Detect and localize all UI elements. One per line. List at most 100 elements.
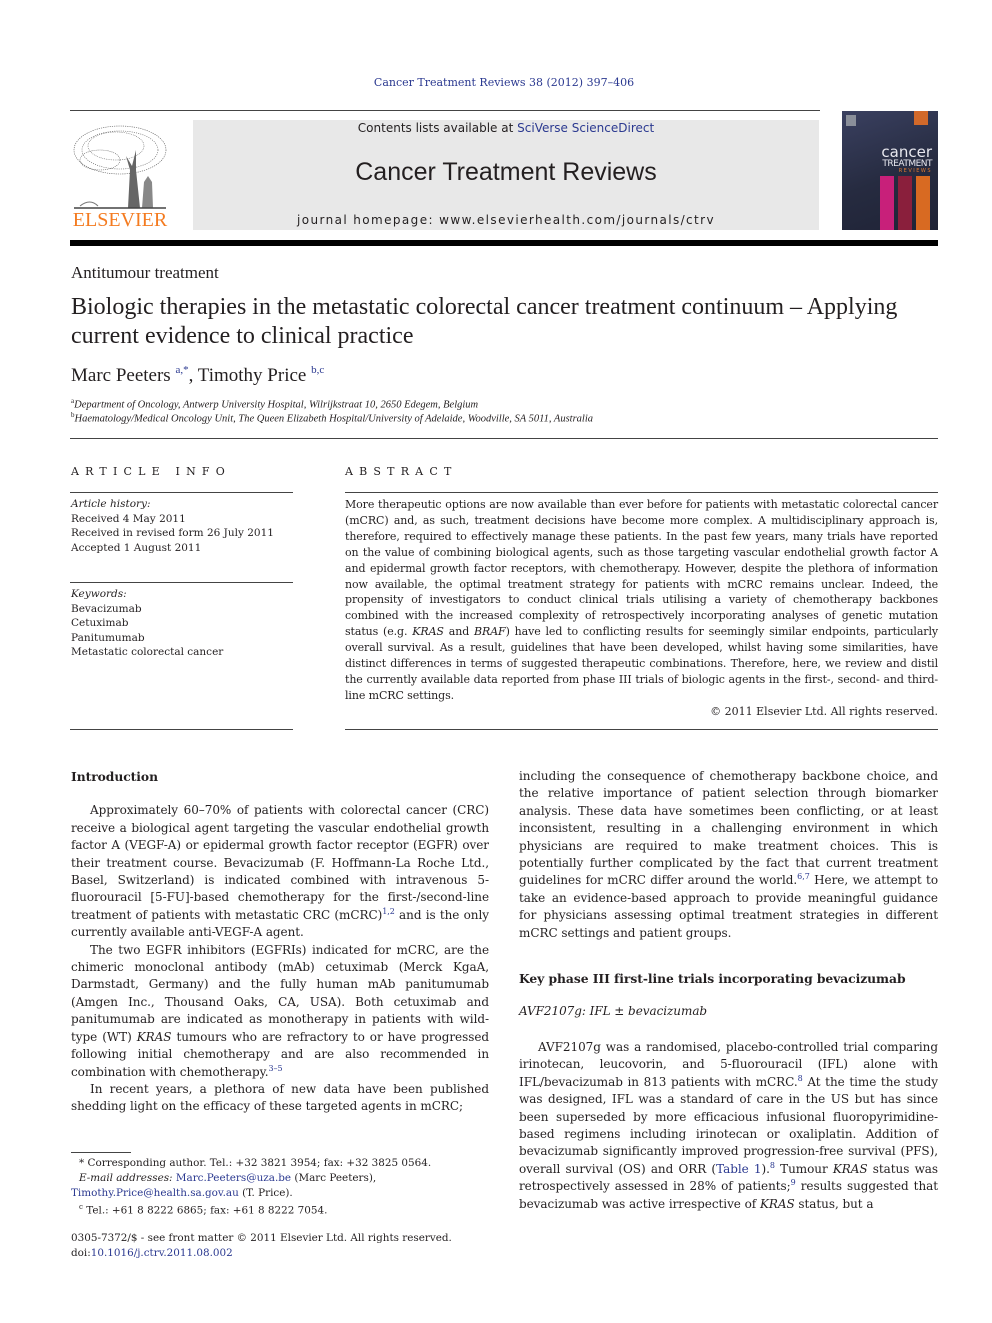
- footnote-text: (Marc Peeters),: [291, 1171, 377, 1184]
- journal-masthead: Contents lists available at SciVerse Sci…: [193, 120, 819, 230]
- abstract-heading: ABSTRACT: [345, 465, 458, 478]
- cover-title-line3: REVIEWS: [898, 168, 932, 174]
- paragraph: Approximately 60–70% of patients with co…: [71, 802, 489, 941]
- elsevier-wordmark: ELSEVIER: [72, 209, 168, 231]
- keyword: Bevacizumab: [71, 602, 142, 615]
- footnote-text: Tel.: +61 8 8222 6865; fax: +61 8 8222 7…: [86, 1204, 328, 1217]
- body-column-right: including the consequence of chemotherap…: [519, 768, 938, 1213]
- footnote-rule: [71, 1152, 131, 1153]
- journal-homepage-link[interactable]: journal homepage: www.elsevierhealth.com…: [193, 213, 819, 227]
- author-name: Timothy Price: [197, 365, 307, 386]
- email-label: E-mail addresses:: [79, 1171, 173, 1184]
- author-affiliation-link[interactable]: b,c: [311, 364, 324, 376]
- title-rule: [70, 438, 938, 439]
- citation-link[interactable]: 1,2: [382, 907, 395, 916]
- section-label: Antitumour treatment: [71, 263, 219, 282]
- gene-name: KRAS: [412, 625, 444, 639]
- affiliation-text: Department of Oncology, Antwerp Universi…: [74, 399, 479, 411]
- footnote-emails: E-mail addresses: Marc.Peeters@uza.be (M…: [71, 1171, 489, 1201]
- author-name: Marc Peeters: [71, 365, 171, 386]
- affiliation: aDepartment of Oncology, Antwerp Univers…: [71, 397, 478, 411]
- keyword: Panitumumab: [71, 631, 145, 644]
- affiliation: bHaematology/Medical Oncology Unit, The …: [71, 411, 593, 425]
- cover-accent: [914, 111, 928, 125]
- abstract-text: More therapeutic options are now availab…: [345, 497, 938, 704]
- keywords: Keywords: Bevacizumab Cetuximab Panitumu…: [71, 587, 223, 660]
- table-link[interactable]: Table 1: [716, 1162, 761, 1176]
- footnotes: * Corresponding author. Tel.: +32 3821 3…: [71, 1156, 489, 1219]
- article-title: Biologic therapies in the metastatic col…: [71, 294, 898, 349]
- gene-name: KRAS: [759, 1196, 795, 1211]
- elsevier-badge-icon: [846, 115, 856, 126]
- text-segment: In recent years, a plethora of new data …: [71, 1081, 489, 1114]
- author-affiliation-link[interactable]: a,*: [175, 364, 188, 376]
- cover-title: cancer TREATMENT REVIEWS: [881, 145, 932, 174]
- footnote-text: (T. Price).: [238, 1186, 293, 1199]
- footnote-c: c Tel.: +61 8 8222 6865; fax: +61 8 8222…: [71, 1200, 489, 1218]
- article-info-heading: ARTICLE INFO: [71, 465, 231, 478]
- keywords-label: Keywords:: [71, 588, 127, 600]
- footnote-mark: c: [79, 1203, 83, 1212]
- text-segment: The two EGFR inhibitors (EGFRIs) indicat…: [71, 942, 489, 1044]
- contents-line: Contents lists available at SciVerse Sci…: [193, 121, 819, 135]
- journal-cover-image: cancer TREATMENT REVIEWS: [842, 111, 938, 230]
- keyword: Metastatic colorectal cancer: [71, 646, 224, 658]
- doi-link[interactable]: 10.1016/j.ctrv.2011.08.002: [91, 1247, 233, 1259]
- divider: [345, 729, 938, 730]
- gene-name: KRAS: [832, 1161, 868, 1176]
- footnote-text: Corresponding author. Tel.: +32 3821 395…: [87, 1157, 432, 1169]
- paragraph: The two EGFR inhibitors (EGFRIs) indicat…: [71, 942, 489, 1081]
- header-thick-rule: [70, 240, 938, 246]
- paragraph: In recent years, a plethora of new data …: [71, 1081, 489, 1116]
- sciencedirect-link[interactable]: SciVerse ScienceDirect: [517, 121, 654, 135]
- gene-name: BRAF: [474, 625, 506, 639]
- doi-label: doi:: [71, 1246, 91, 1259]
- cover-title-line1: cancer: [881, 143, 932, 161]
- journal-name: Cancer Treatment Reviews: [355, 158, 657, 186]
- citation-link[interactable]: 3–5: [269, 1064, 283, 1073]
- abstract-segment: and: [443, 625, 475, 639]
- history-label: Article history:: [71, 498, 151, 510]
- text-segment: including the consequence of chemotherap…: [519, 769, 938, 888]
- header-rule: [70, 110, 820, 111]
- history-entry: Received in revised form 26 July 2011: [71, 527, 274, 539]
- history-entry: Accepted 1 August 2011: [71, 541, 202, 554]
- email-link[interactable]: Timothy.Price@health.sa.gov.au: [71, 1187, 239, 1199]
- divider: [70, 492, 293, 493]
- history-entry: Received 4 May 2011: [71, 512, 186, 525]
- text-segment: status, but a: [794, 1196, 874, 1211]
- cover-strip-orange: [916, 176, 930, 230]
- text-segment: ).: [761, 1161, 770, 1176]
- contents-prefix: Contents lists available at: [357, 121, 518, 135]
- section-heading: Introduction: [71, 769, 158, 784]
- journal-citation-link[interactable]: Cancer Treatment Reviews 38 (2012) 397–4…: [0, 76, 992, 89]
- divider: [70, 729, 293, 730]
- issn-line: 0305-7372/$ - see front matter © 2011 El…: [71, 1232, 452, 1244]
- paragraph-continued: including the consequence of chemotherap…: [519, 768, 938, 942]
- elsevier-logo: ELSEVIER: [70, 120, 170, 232]
- front-matter: 0305-7372/$ - see front matter © 2011 El…: [71, 1231, 452, 1260]
- paragraph: AVF2107g was a randomised, placebo-contr…: [519, 1039, 938, 1213]
- divider: [70, 582, 293, 583]
- abstract-segment: More therapeutic options are now availab…: [345, 498, 938, 639]
- cover-strip-maroon: [898, 176, 912, 230]
- section-heading: Key phase III first-line trials incorpor…: [519, 971, 906, 987]
- author-list: Marc Peeters a,*, Timothy Price b,c: [71, 364, 324, 387]
- cover-strip-pink: [880, 176, 894, 230]
- copyright-notice: © 2011 Elsevier Ltd. All rights reserved…: [710, 705, 938, 718]
- author-separator: ,: [188, 365, 198, 386]
- body-column-left: Introduction Approximately 60–70% of pat…: [71, 768, 489, 1116]
- text-segment: At the time the study was designed, IFL …: [519, 1074, 938, 1176]
- affiliation-text: Haematology/Medical Oncology Unit, The Q…: [74, 413, 594, 425]
- footnote-mark: *: [79, 1157, 85, 1169]
- gene-name: KRAS: [136, 1029, 172, 1044]
- divider: [345, 492, 938, 493]
- email-link[interactable]: Marc.Peeters@uza.be: [176, 1172, 291, 1184]
- doi-line: doi:10.1016/j.ctrv.2011.08.002: [71, 1246, 452, 1261]
- text-segment: Approximately 60–70% of patients with co…: [71, 803, 489, 922]
- elsevier-tree-icon: [73, 125, 167, 209]
- text-segment: Tumour: [774, 1161, 833, 1176]
- keyword: Cetuximab: [71, 617, 129, 629]
- footnote-corresponding: * Corresponding author. Tel.: +32 3821 3…: [71, 1156, 489, 1171]
- citation-link[interactable]: 6,7: [797, 872, 810, 881]
